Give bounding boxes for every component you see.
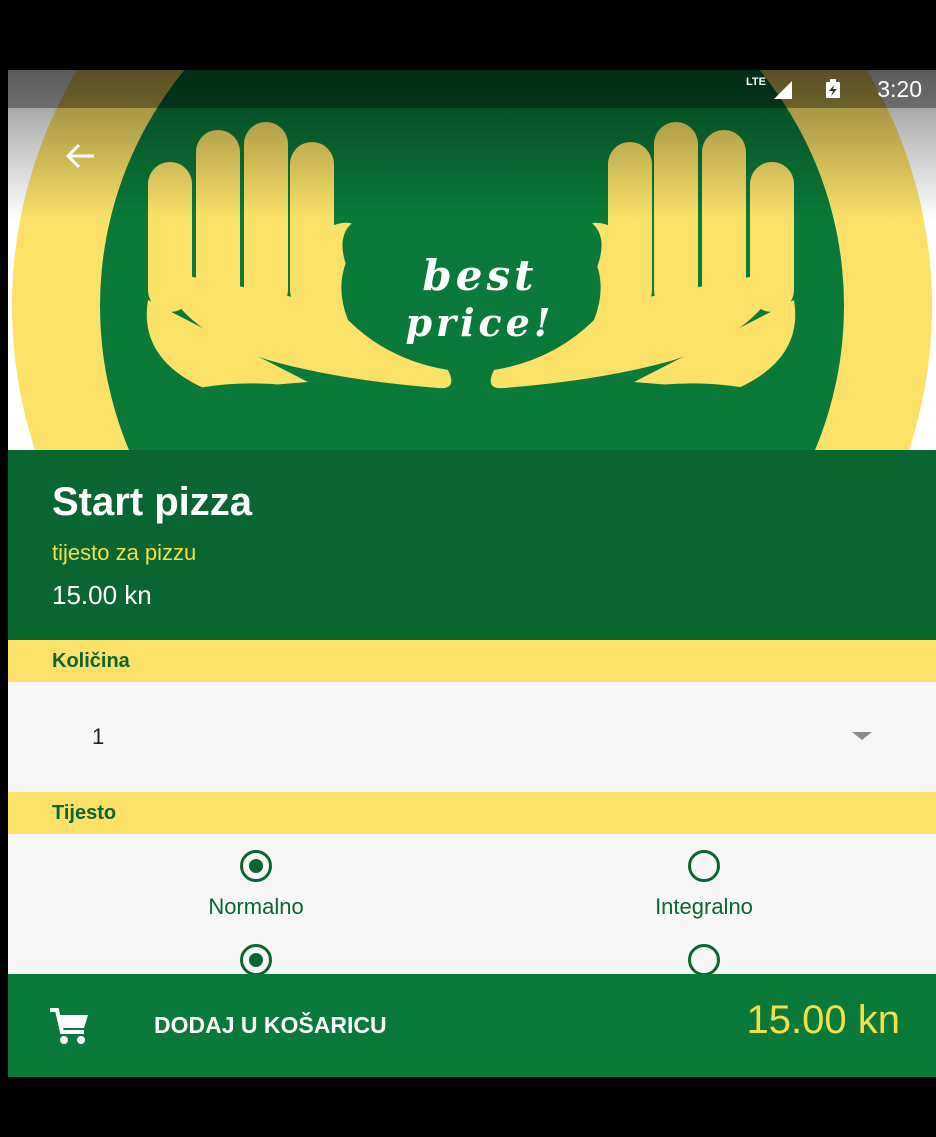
product-header: Start pizza tijesto za pizzu 15.00 kn — [8, 450, 936, 640]
radio-second-row-2[interactable] — [688, 944, 720, 976]
dough-option-second-row-2[interactable] — [594, 944, 814, 976]
logo-text-line1: best — [422, 251, 537, 300]
add-to-cart-label: DODAJ U KOŠARICU — [154, 1012, 387, 1038]
product-screen: best price! LTE 3:20 Start pizza tijesto… — [8, 70, 936, 1077]
status-time: 3:20 — [877, 76, 922, 102]
network-type: LTE — [746, 76, 766, 88]
radio-second-row-1[interactable] — [240, 944, 272, 976]
dough-label: Tijesto — [52, 802, 117, 824]
dropdown-arrow-icon — [852, 732, 872, 740]
radio-normalno[interactable] — [240, 850, 272, 882]
product-title: Start pizza — [52, 480, 253, 524]
quantity-value: 1 — [92, 724, 105, 749]
shopping-cart-icon — [50, 1008, 88, 1044]
quantity-section-label: Količina — [8, 640, 936, 682]
option-label-integralno: Integralno — [655, 894, 753, 919]
dough-options: Normalno Integralno — [8, 834, 936, 976]
dough-section-label: Tijesto — [8, 792, 936, 834]
product-subtitle: tijesto za pizzu — [52, 540, 197, 565]
dough-option-second-row-1[interactable] — [146, 944, 366, 976]
dough-option-integralno[interactable]: Integralno — [594, 850, 814, 920]
quantity-label: Količina — [52, 650, 130, 672]
product-price: 15.00 kn — [52, 580, 152, 610]
back-button[interactable] — [54, 130, 106, 182]
arrow-back-icon — [65, 143, 94, 169]
quantity-dropdown[interactable]: 1 — [8, 682, 936, 792]
battery-icon — [826, 79, 840, 98]
radio-integralno[interactable] — [688, 850, 720, 882]
option-label-normalno: Normalno — [208, 894, 304, 919]
dough-option-normalno[interactable]: Normalno — [146, 850, 366, 920]
logo-text-line2: price! — [405, 300, 554, 345]
signal-icon — [774, 81, 792, 99]
status-bar: LTE 3:20 — [8, 70, 936, 108]
cart-total: 15.00 kn — [746, 998, 900, 1042]
add-to-cart-button[interactable]: DODAJ U KOŠARICU 15.00 kn — [8, 974, 936, 1077]
hero-image: best price! — [8, 70, 936, 450]
